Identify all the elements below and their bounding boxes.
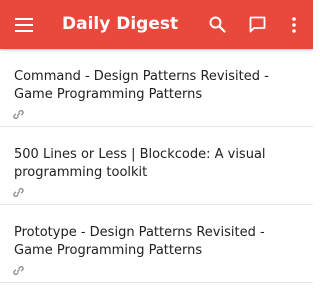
article-list: Command - Design Patterns Revisited - Ga…: [0, 49, 313, 283]
search-button[interactable]: [202, 0, 232, 49]
app-title: Daily Digest: [62, 14, 179, 34]
hamburger-menu-icon: [15, 17, 33, 32]
article-list-item[interactable]: 500 Lines or Less | Blockcode: A visual …: [0, 127, 313, 205]
more-vert-icon: [292, 16, 296, 33]
overflow-menu-button[interactable]: [280, 0, 308, 49]
article-title: 500 Lines or Less | Blockcode: A visual …: [14, 147, 266, 180]
app-screen: Daily Digest Command - Design Patterns R…: [0, 0, 313, 294]
feedback-button[interactable]: [242, 0, 272, 49]
article-title: Command - Design Patterns Revisited - Ga…: [14, 69, 269, 102]
chat-bubble-icon: [249, 16, 265, 33]
article-list-item[interactable]: Command - Design Patterns Revisited - Ga…: [0, 49, 313, 127]
link-icon: [13, 110, 24, 119]
search-icon: [209, 16, 226, 33]
article-list-item[interactable]: Prototype - Design Patterns Revisited - …: [0, 205, 313, 283]
menu-button[interactable]: [6, 0, 42, 49]
article-title: Prototype - Design Patterns Revisited - …: [14, 225, 265, 258]
link-icon: [13, 188, 24, 197]
app-toolbar: Daily Digest: [0, 0, 313, 49]
link-icon: [13, 266, 24, 275]
